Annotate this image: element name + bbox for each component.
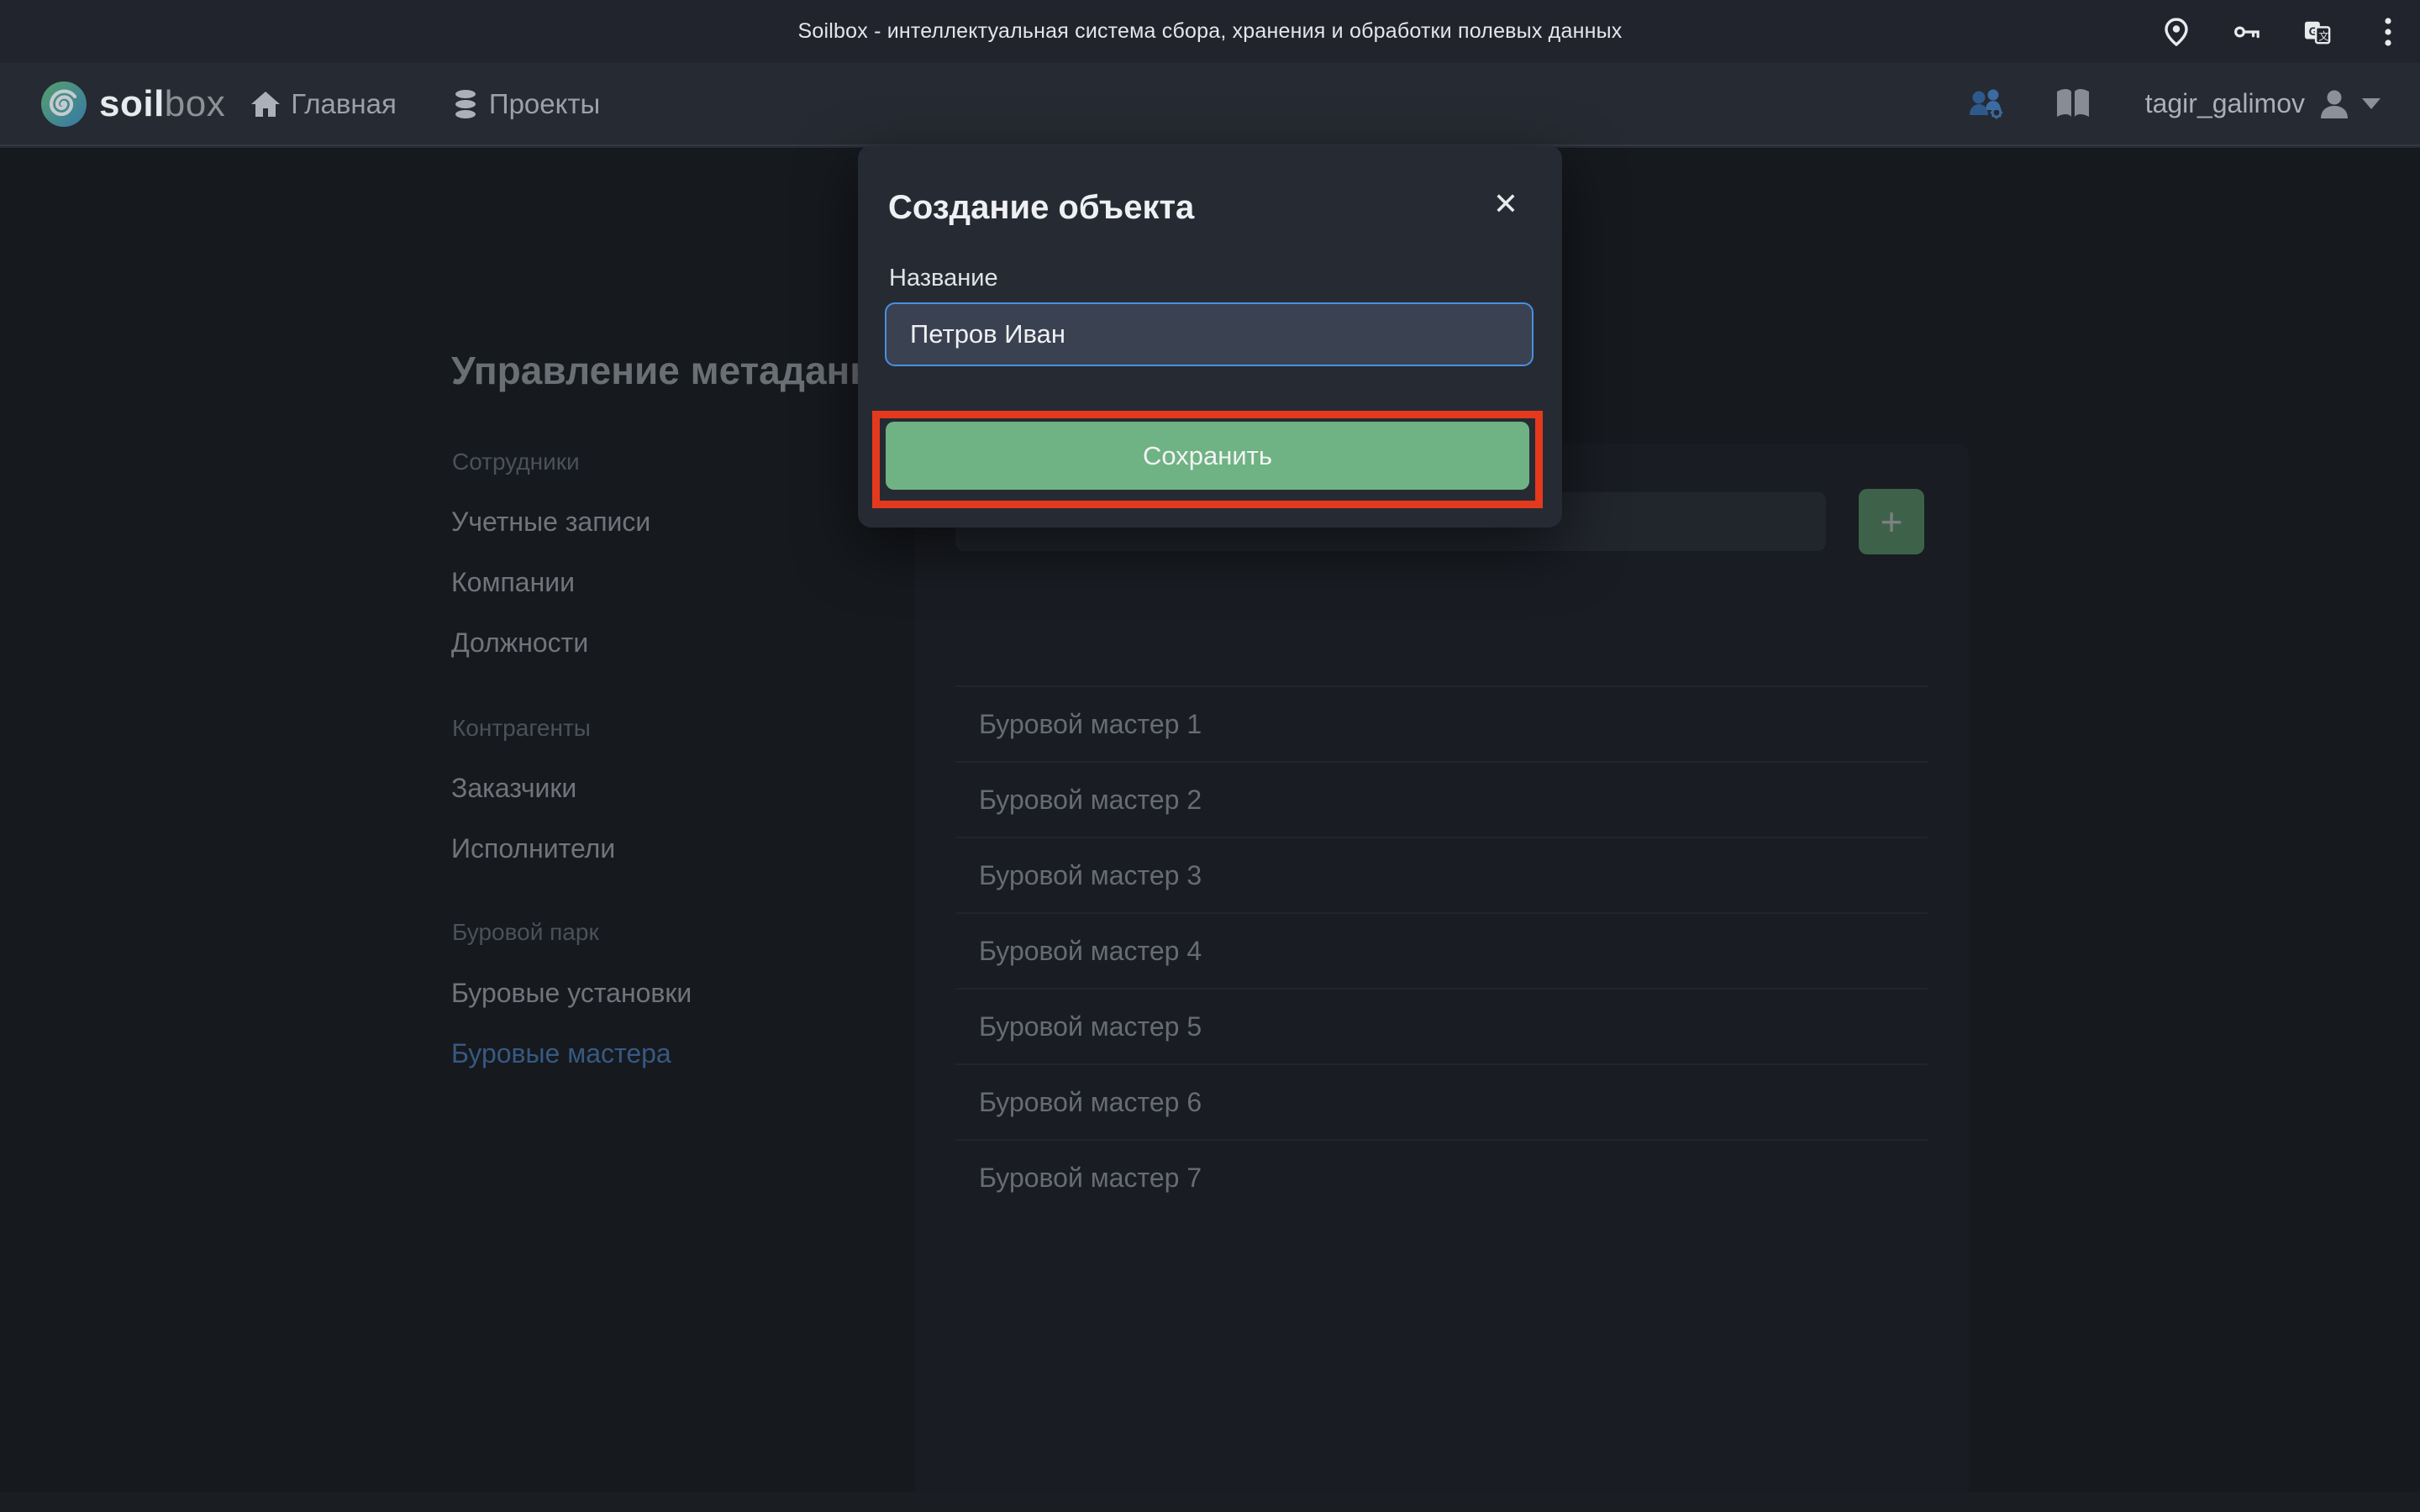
create-object-modal: Создание объекта ✕ Название Сохранить	[858, 145, 1562, 528]
manage-users-icon[interactable]	[1969, 88, 2007, 120]
name-input[interactable]	[885, 302, 1534, 366]
home-icon	[250, 90, 281, 118]
kebab-menu-icon[interactable]	[2375, 17, 2402, 46]
brand-soil: soil	[99, 82, 165, 124]
name-field-label: Название	[889, 265, 998, 291]
modal-title: Создание объекта	[888, 189, 1195, 226]
translate-icon[interactable]: G 文	[2304, 18, 2331, 46]
username[interactable]: tagir_galimov	[2145, 88, 2305, 119]
save-button[interactable]: Сохранить	[886, 422, 1529, 490]
book-icon[interactable]	[2054, 88, 2091, 120]
window-title: Soilbox - интеллектуальная система сбора…	[797, 19, 1623, 43]
brand-box: box	[164, 82, 226, 124]
app-root: Soilbox - интеллектуальная система сбора…	[0, 0, 2420, 1512]
system-top-bar: Soilbox - интеллектуальная система сбора…	[0, 0, 2420, 63]
user-avatar-icon[interactable]	[2318, 88, 2350, 120]
close-icon[interactable]: ✕	[1493, 189, 1518, 219]
location-pin-icon[interactable]	[2163, 17, 2190, 46]
database-icon	[452, 89, 479, 119]
nav-right-group: tagir_galimov	[1969, 88, 2381, 120]
nav-item-projects[interactable]: Проекты	[452, 88, 600, 120]
nav-projects-label: Проекты	[488, 87, 601, 119]
soilbox-logo-icon	[40, 81, 87, 128]
main-nav-bar: soilbox Главная Проекты tagir_galimov	[0, 63, 2420, 146]
chevron-down-icon[interactable]	[2362, 98, 2381, 109]
brand[interactable]: soilbox	[40, 81, 225, 128]
key-icon[interactable]	[2233, 18, 2260, 46]
brand-name: soilbox	[99, 83, 225, 125]
nav-item-home[interactable]: Главная	[250, 88, 397, 120]
topbar-icon-group: G 文	[2163, 0, 2402, 63]
nav-home-label: Главная	[291, 87, 397, 119]
svg-text:文: 文	[2318, 29, 2328, 42]
